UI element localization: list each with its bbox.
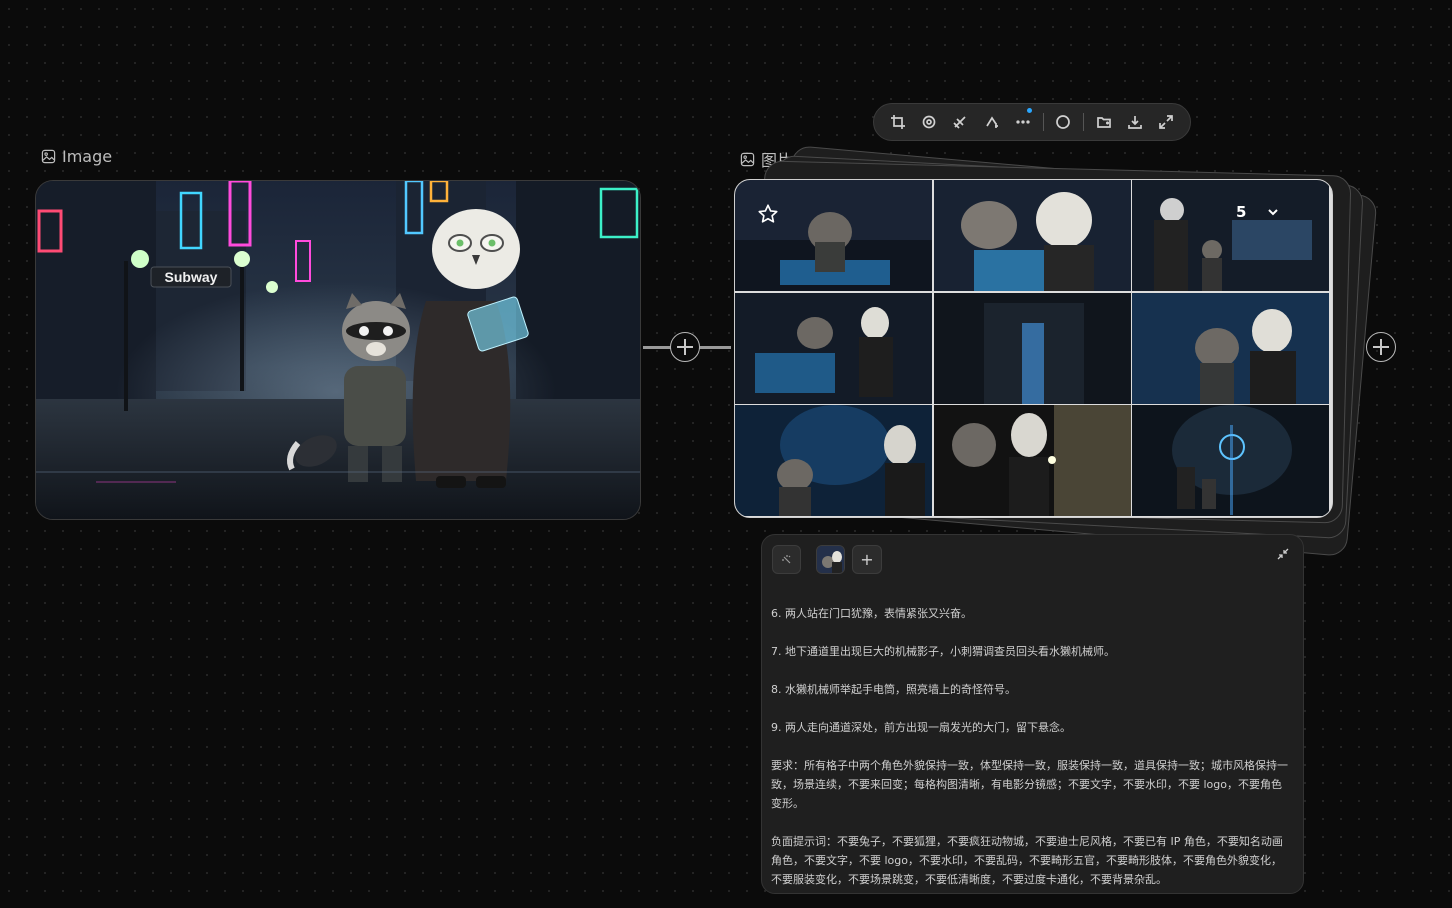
chevron-down-icon: [1268, 209, 1279, 216]
panel-image: [933, 292, 1131, 404]
panel-image: [1132, 292, 1329, 404]
erase-icon: [953, 116, 966, 129]
prompt-text[interactable]: 6. 两人站在门口犹豫，表情紧张又兴奋。 7. 地下通道里出现巨大的机械影子，小…: [771, 604, 1291, 908]
save-to-folder-button[interactable]: [1088, 103, 1119, 141]
more-button[interactable]: [1007, 103, 1038, 141]
circle-icon: [1056, 115, 1071, 129]
adjust-icon: [985, 116, 998, 128]
sparkle-icon: [781, 554, 790, 563]
add-reference-button[interactable]: +: [852, 545, 882, 574]
prompt-paragraph: 负面提示词：不要兔子，不要狐狸，不要疯狂动物城，不要迪士尼风格，不要已有 IP …: [771, 835, 1283, 886]
image-node-title: Image: [41, 147, 112, 166]
city-night-scene: Subway: [36, 181, 640, 519]
variant-count: 5: [1236, 203, 1247, 221]
add-node-button[interactable]: [670, 332, 700, 362]
cutout-button[interactable]: [913, 103, 944, 141]
toolbar-separator: [1083, 113, 1084, 131]
panel-image: [1132, 405, 1329, 516]
prompt-paragraph: 7. 地下通道里出现巨大的机械影子，小刺猬调查员回头看水獭机械师。: [771, 645, 1115, 658]
crop-button[interactable]: [882, 103, 913, 141]
panel-image: [735, 180, 932, 291]
crop-icon: [890, 115, 905, 129]
mask-button[interactable]: [1048, 103, 1079, 141]
cutout-icon: [922, 115, 936, 129]
more-icon: [1016, 120, 1030, 124]
new-badge: [1026, 108, 1032, 113]
grid-panel[interactable]: [933, 180, 1131, 291]
source-image[interactable]: Subway: [35, 180, 641, 520]
image-icon: [41, 149, 56, 164]
erase-button[interactable]: [945, 103, 976, 141]
grid-panel[interactable]: [735, 405, 932, 516]
collapse-icon[interactable]: [1277, 548, 1289, 560]
download-button[interactable]: [1119, 103, 1150, 141]
prompt-paragraph: 8. 水獭机械师举起手电筒，照亮墙上的奇怪符号。: [771, 683, 1016, 696]
variant-counter[interactable]: 5: [1236, 198, 1280, 226]
adjust-button[interactable]: [976, 103, 1007, 141]
subway-sign-text: Subway: [165, 269, 218, 285]
expand-icon: [1159, 115, 1174, 129]
image-toolbar: [873, 103, 1191, 141]
grid-panel[interactable]: [1132, 405, 1329, 516]
star-icon[interactable]: [757, 203, 779, 225]
grid-panel[interactable]: [933, 292, 1131, 404]
panel-image: [735, 292, 932, 404]
grid-panel[interactable]: [1132, 292, 1329, 404]
download-icon: [1128, 116, 1142, 129]
toolbar-separator: [1042, 113, 1044, 131]
grid-panel[interactable]: [933, 405, 1131, 516]
panel-image: [1132, 180, 1329, 291]
grid-panel[interactable]: [1132, 180, 1329, 291]
panel-image: [735, 405, 932, 516]
image-icon: [740, 152, 755, 166]
panel-image: [933, 180, 1131, 291]
thumbnail-image: [817, 546, 844, 573]
expand-button[interactable]: [1151, 103, 1182, 141]
generated-image-grid[interactable]: [734, 179, 1333, 518]
add-reference-label: +: [860, 550, 874, 569]
prompt-paragraph: 6. 两人站在门口犹豫，表情紧张又兴奋。: [771, 607, 972, 620]
panel-image: [933, 405, 1131, 516]
prompt-paragraph: 9. 两人走向通道深处，前方出现一扇发光的大门，留下悬念。: [771, 721, 1071, 734]
add-output-button[interactable]: [1366, 332, 1396, 362]
folder-icon: [1096, 117, 1111, 128]
image-node-label: Image: [62, 147, 113, 166]
grid-panel[interactable]: [735, 180, 932, 291]
reference-thumbnail[interactable]: [816, 545, 845, 574]
grid-panel[interactable]: [735, 292, 932, 404]
magic-button[interactable]: [772, 545, 801, 574]
prompt-paragraph: 要求：所有格子中两个角色外貌保持一致，体型保持一致，服装保持一致，道具保持一致；…: [771, 759, 1288, 810]
